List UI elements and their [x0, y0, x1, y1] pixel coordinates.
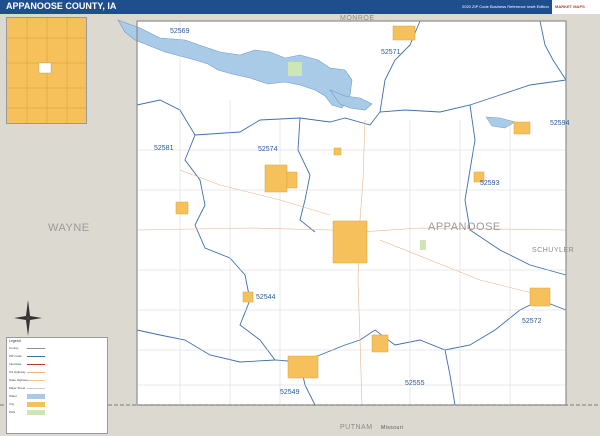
zip-label[interactable]: 52555	[405, 380, 424, 387]
zip-label[interactable]: 52572	[522, 318, 541, 325]
city-moravia-east	[286, 171, 298, 189]
zip-label[interactable]: 52574	[258, 146, 277, 153]
county-label-schuyler: SCHUYLER	[532, 247, 575, 254]
county-label-monroe: MONROE	[340, 15, 375, 22]
legend-row: Park	[9, 410, 16, 414]
logo: MARKET MAPS	[552, 0, 600, 14]
legend-swatch	[27, 364, 45, 365]
legend-row: Major Street	[9, 386, 26, 390]
legend-swatch	[27, 380, 45, 381]
legend-row: Water	[9, 394, 17, 398]
zip-label[interactable]: 52581	[154, 145, 173, 152]
inset-canvas	[7, 18, 86, 123]
legend-swatch	[27, 410, 45, 415]
city-numa	[513, 121, 531, 135]
city-moravia	[264, 164, 288, 193]
city-moulton	[371, 334, 389, 353]
city-north	[392, 25, 416, 41]
legend-row: State Highway	[9, 378, 29, 382]
city-udell	[175, 201, 189, 215]
zip-label[interactable]: 52593	[480, 180, 499, 187]
legend-swatch	[27, 348, 45, 349]
legend-swatch	[27, 372, 45, 373]
city-centerville	[332, 220, 368, 264]
legend-row: County	[9, 346, 19, 350]
city-cincinnati	[529, 287, 551, 307]
legend: Legend County ZIP Code Interstate US Hig…	[6, 337, 108, 434]
legend-swatch	[27, 356, 45, 357]
legend-title: Legend	[9, 339, 21, 343]
county-label-appanoose: APPANOOSE	[428, 221, 501, 233]
zip-label[interactable]: 52571	[381, 49, 400, 56]
logo-text: MARKET MAPS	[555, 4, 585, 9]
legend-row: City	[9, 402, 15, 406]
inset-map	[6, 17, 87, 124]
legend-swatch	[27, 388, 45, 389]
state-label-missouri: Missouri	[381, 425, 404, 431]
legend-row: ZIP Code	[9, 354, 22, 358]
zip-label[interactable]: 52594	[550, 120, 569, 127]
city-exline	[287, 355, 319, 379]
legend-swatch	[27, 402, 45, 407]
legend-row: Interstate	[9, 362, 22, 366]
city-mystic	[242, 291, 254, 303]
map-title: APPANOOSE COUNTY, IA	[6, 1, 117, 11]
zip-label[interactable]: 52544	[256, 294, 275, 301]
map-frame: APPANOOSE COUNTY, IA 2020 ZIP Code Busin…	[0, 0, 600, 436]
map-subtitle: 2020 ZIP Code Business Reference Inset E…	[462, 4, 549, 9]
legend-swatch	[27, 394, 45, 399]
legend-row: US Highway	[9, 370, 26, 374]
county-label-putnam: PUTNAM	[340, 424, 373, 431]
zip-label[interactable]: 52569	[170, 28, 189, 35]
county-label-wayne: WAYNE	[48, 222, 90, 234]
header-bar: APPANOOSE COUNTY, IA 2020 ZIP Code Busin…	[0, 0, 600, 14]
zip-label[interactable]: 52549	[280, 389, 299, 396]
city-small	[333, 147, 342, 156]
